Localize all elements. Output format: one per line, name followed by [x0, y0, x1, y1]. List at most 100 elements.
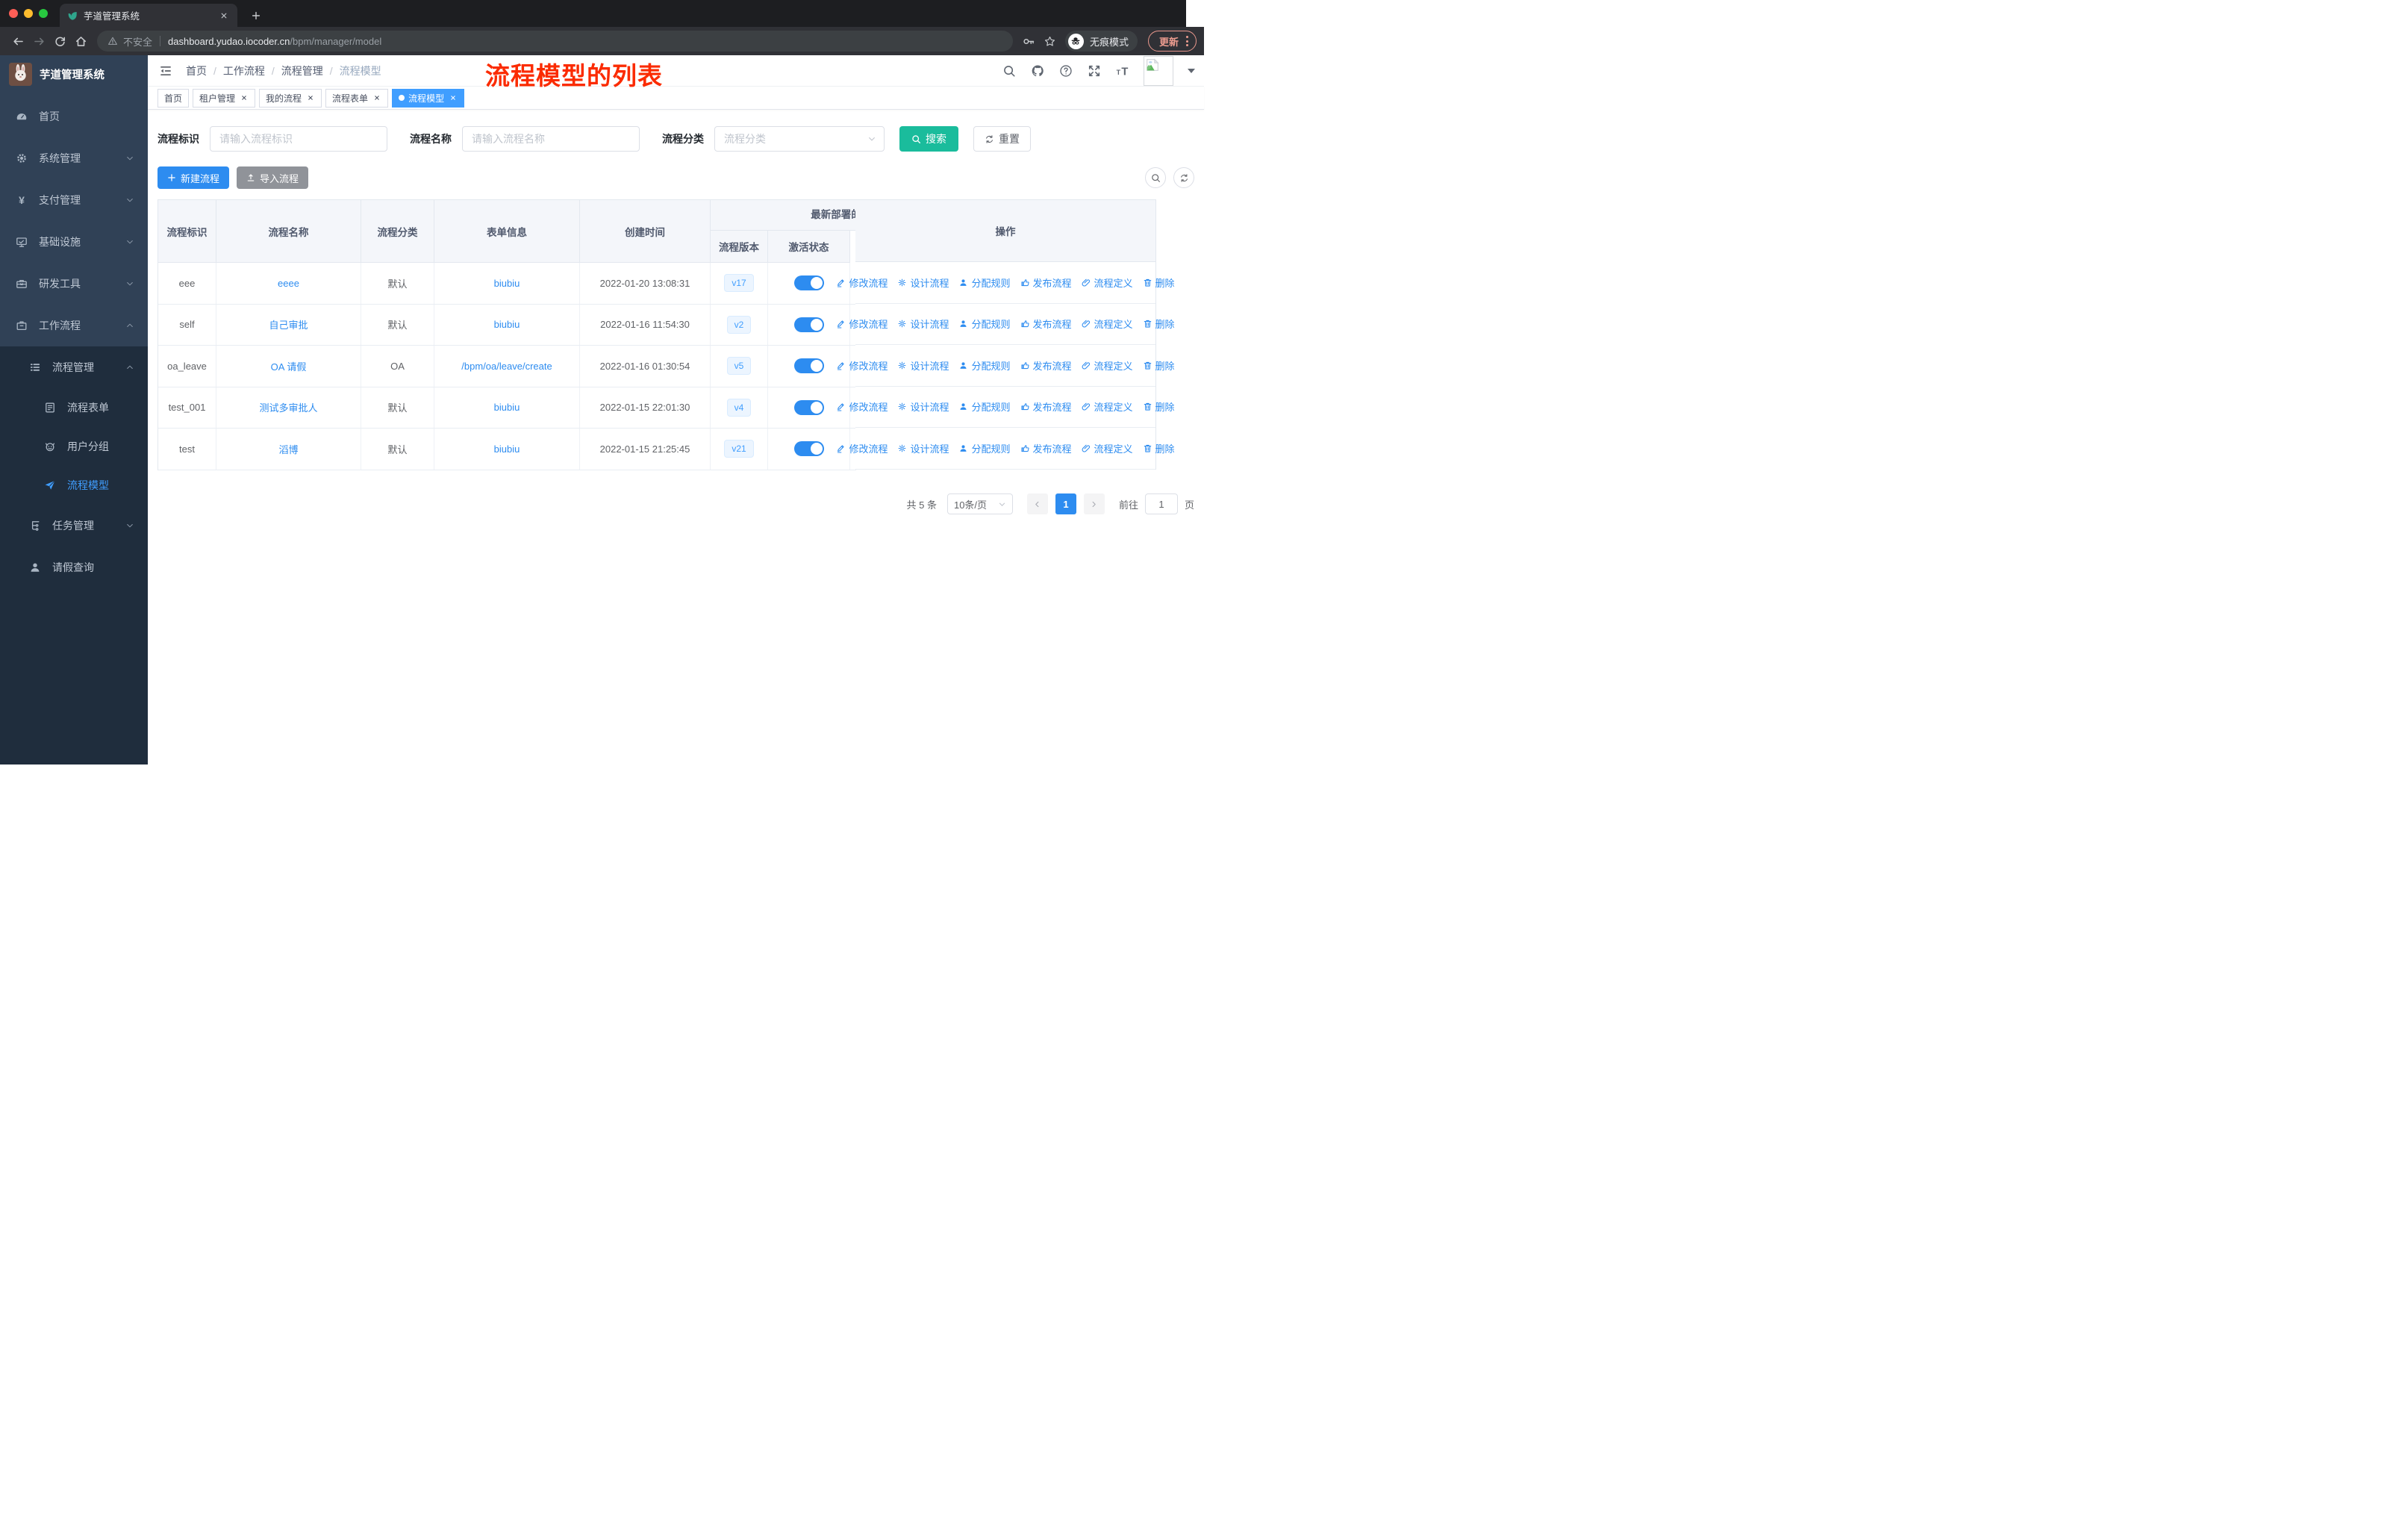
breadcrumb-home[interactable]: 首页 — [186, 63, 207, 78]
password-key-icon[interactable] — [1019, 31, 1040, 52]
action-delete-link[interactable]: 删除 — [1143, 317, 1175, 331]
sidebar-item-process-form[interactable]: 流程表单 — [0, 388, 148, 427]
tag-process-form[interactable]: 流程表单 — [325, 88, 389, 108]
new-tab-button[interactable] — [248, 7, 264, 24]
sidebar-item-dev-tools[interactable]: 研发工具 — [0, 263, 148, 305]
sidebar-item-system-management[interactable]: 系统管理 — [0, 137, 148, 179]
action-design-link[interactable]: 设计流程 — [897, 358, 949, 373]
show-search-button[interactable] — [1145, 167, 1166, 188]
window-close-button[interactable] — [9, 9, 18, 18]
action-modify-link[interactable]: 修改流程 — [836, 399, 888, 414]
form-info-link[interactable]: biubiu — [494, 443, 520, 455]
user-avatar[interactable] — [1144, 56, 1173, 86]
fullscreen-icon[interactable] — [1087, 64, 1101, 78]
action-delete-link[interactable]: 删除 — [1143, 441, 1175, 455]
filter-name-input[interactable] — [462, 126, 640, 152]
tag-tenant-management[interactable]: 租户管理 — [193, 88, 256, 108]
app-logo-row[interactable]: 芋道管理系统 — [0, 55, 148, 93]
action-assign-link[interactable]: 分配规则 — [958, 358, 1011, 373]
sidebar-item-process-management[interactable]: 流程管理 — [0, 346, 148, 388]
process-name-link[interactable]: OA 请假 — [271, 359, 307, 373]
action-modify-link[interactable]: 修改流程 — [836, 441, 888, 455]
tag-close-icon[interactable] — [448, 93, 458, 103]
sidebar-item-process-model[interactable]: 流程模型 — [0, 466, 148, 505]
prev-page-button[interactable] — [1026, 493, 1048, 514]
refresh-table-button[interactable] — [1173, 167, 1194, 188]
tag-close-icon[interactable] — [239, 93, 249, 103]
action-design-link[interactable]: 设计流程 — [897, 399, 949, 414]
active-toggle[interactable] — [793, 317, 824, 332]
action-assign-link[interactable]: 分配规则 — [958, 399, 1011, 414]
tag-home[interactable]: 首页 — [157, 88, 190, 108]
action-definition-link[interactable]: 流程定义 — [1082, 358, 1133, 373]
bookmark-star-icon[interactable] — [1040, 31, 1061, 52]
tag-close-icon[interactable] — [372, 93, 381, 103]
breadcrumb-process-management[interactable]: 流程管理 — [281, 63, 323, 78]
sidebar-item-infrastructure[interactable]: 基础设施 — [0, 221, 148, 263]
action-delete-link[interactable]: 删除 — [1143, 358, 1175, 373]
process-name-link[interactable]: 滔博 — [278, 442, 298, 456]
help-question-icon[interactable] — [1058, 64, 1073, 78]
action-publish-link[interactable]: 发布流程 — [1020, 317, 1072, 331]
filter-key-input[interactable] — [210, 126, 387, 152]
next-page-button[interactable] — [1083, 493, 1105, 514]
browser-menu-icon[interactable] — [1186, 36, 1188, 46]
action-publish-link[interactable]: 发布流程 — [1020, 441, 1072, 455]
action-publish-link[interactable]: 发布流程 — [1020, 358, 1072, 373]
current-page-button[interactable]: 1 — [1055, 493, 1076, 514]
create-process-button[interactable]: 新建流程 — [157, 166, 230, 189]
search-button[interactable]: 搜索 — [899, 126, 958, 152]
action-assign-link[interactable]: 分配规则 — [958, 317, 1011, 331]
goto-page-input[interactable] — [1144, 493, 1178, 514]
forward-icon[interactable] — [28, 31, 49, 52]
home-icon[interactable] — [70, 31, 91, 52]
active-toggle[interactable] — [793, 275, 824, 291]
sidebar-item-workflow[interactable]: 工作流程 — [0, 305, 148, 346]
action-modify-link[interactable]: 修改流程 — [836, 358, 888, 373]
browser-tab[interactable]: 芋道管理系统 — [60, 4, 237, 27]
tag-close-icon[interactable] — [305, 93, 315, 103]
action-definition-link[interactable]: 流程定义 — [1082, 275, 1133, 290]
action-definition-link[interactable]: 流程定义 — [1082, 441, 1133, 455]
action-definition-link[interactable]: 流程定义 — [1082, 399, 1133, 414]
action-publish-link[interactable]: 发布流程 — [1020, 275, 1072, 290]
action-design-link[interactable]: 设计流程 — [897, 441, 949, 455]
action-assign-link[interactable]: 分配规则 — [958, 275, 1011, 290]
window-zoom-button[interactable] — [39, 9, 48, 18]
sidebar-item-payment-management[interactable]: ¥ 支付管理 — [0, 179, 148, 221]
action-design-link[interactable]: 设计流程 — [897, 275, 949, 290]
process-name-link[interactable]: 测试多审批人 — [259, 400, 317, 414]
import-process-button[interactable]: 导入流程 — [237, 166, 309, 189]
action-modify-link[interactable]: 修改流程 — [836, 275, 888, 290]
sidebar-item-leave-query[interactable]: 请假查询 — [0, 546, 148, 588]
action-assign-link[interactable]: 分配规则 — [958, 441, 1011, 455]
form-info-link[interactable]: biubiu — [494, 319, 520, 330]
action-delete-link[interactable]: 删除 — [1143, 399, 1175, 414]
action-definition-link[interactable]: 流程定义 — [1082, 317, 1133, 331]
sidebar-item-home[interactable]: 首页 — [0, 96, 148, 137]
form-info-link[interactable]: biubiu — [494, 278, 520, 289]
active-toggle[interactable] — [793, 358, 824, 374]
browser-update-button[interactable]: 更新 — [1147, 31, 1197, 52]
tab-close-icon[interactable] — [218, 10, 230, 22]
active-toggle[interactable] — [793, 441, 824, 457]
avatar-caret-icon[interactable] — [1188, 69, 1195, 73]
action-publish-link[interactable]: 发布流程 — [1020, 399, 1072, 414]
form-info-link[interactable]: /bpm/oa/leave/create — [461, 361, 552, 372]
github-icon[interactable] — [1030, 64, 1044, 78]
sidebar-fold-icon[interactable] — [157, 63, 174, 79]
action-delete-link[interactable]: 删除 — [1143, 275, 1175, 290]
search-icon[interactable] — [1002, 64, 1016, 78]
breadcrumb-workflow[interactable]: 工作流程 — [223, 63, 265, 78]
form-info-link[interactable]: biubiu — [494, 402, 520, 413]
reload-icon[interactable] — [49, 31, 70, 52]
window-minimize-button[interactable] — [24, 9, 33, 18]
tag-my-process[interactable]: 我的流程 — [259, 88, 322, 108]
action-modify-link[interactable]: 修改流程 — [836, 317, 888, 331]
process-name-link[interactable]: 自己审批 — [269, 317, 308, 331]
reset-button[interactable]: 重置 — [973, 126, 1031, 152]
filter-category-select[interactable]: 流程分类 — [714, 126, 885, 152]
font-size-icon[interactable]: TT — [1115, 64, 1129, 78]
page-size-select[interactable]: 10条/页 — [946, 493, 1013, 514]
process-name-link[interactable]: eeee — [278, 278, 299, 289]
